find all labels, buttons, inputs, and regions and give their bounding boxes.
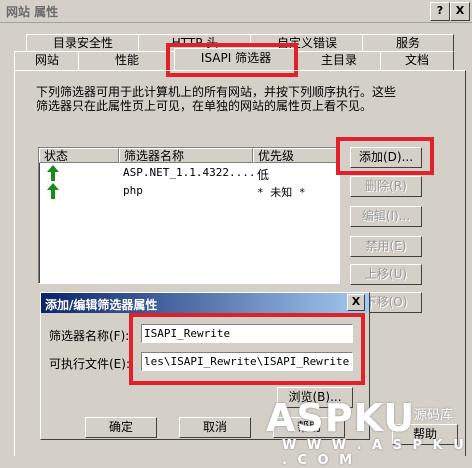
filter-priority: * 未知 * [257, 186, 306, 199]
window-title: 网站 属性 [6, 5, 59, 19]
tab-website[interactable]: 网站 [14, 51, 80, 70]
watermark-logo: ASPKU [266, 396, 416, 440]
tab-label: 服务 [395, 36, 420, 50]
watermark-url: W W W . A S P K U . C O M [282, 438, 467, 468]
fields-highlight-annotation [129, 313, 365, 385]
tab-documents[interactable]: 文档 [380, 51, 454, 70]
filter-priority: 低 [257, 168, 270, 182]
tab-home-directory[interactable]: 主目录 [296, 51, 382, 70]
filter-name: ASP.NET_1.1.4322.... [123, 166, 256, 179]
green-up-arrow-icon [47, 183, 59, 199]
title-bar: 网站 属性 ? X [0, 0, 472, 23]
tab-performance[interactable]: 性能 [78, 51, 176, 70]
list-row[interactable]: php * 未知 * [39, 182, 339, 200]
filter-name: php [123, 184, 143, 197]
filter-list[interactable]: 状态 筛选器名称 优先级 ASP.NET_1.1.4322.... 低 php … [38, 147, 340, 284]
tab-label: 目录安全性 [52, 36, 113, 50]
disable-button[interactable]: 禁用(E) [350, 236, 422, 257]
dialog-close-button[interactable]: X [347, 294, 365, 311]
edit-button[interactable]: 编辑(I)... [350, 206, 422, 227]
tab-label: 文档 [404, 53, 429, 67]
description-text: 下列筛选器可用于此计算机上的所有网站，并按下列顺序执行。这些筛选器只在此属性页上… [36, 85, 397, 113]
tab-label: 主目录 [320, 53, 357, 67]
column-header-priority[interactable]: 优先级 [253, 148, 339, 163]
tab-label: 性能 [114, 53, 139, 67]
cancel-button[interactable]: 取消 [179, 417, 251, 438]
add-highlight-annotation [336, 137, 434, 175]
column-header-status[interactable]: 状态 [39, 148, 119, 163]
help-title-button[interactable]: ? [430, 2, 450, 21]
dialog-title: 添加/编辑筛选器属性 [45, 298, 158, 312]
remove-button[interactable]: 删除(R) [350, 176, 422, 197]
ok-button[interactable]: 确定 [85, 417, 157, 438]
dialog-title-bar: 添加/编辑筛选器属性 X [41, 293, 369, 313]
move-up-button[interactable]: 上移(U) [350, 264, 422, 285]
filter-name-label: 筛选器名称(F): [49, 329, 130, 343]
close-title-button[interactable]: X [450, 2, 470, 21]
column-header-name[interactable]: 筛选器名称 [119, 148, 253, 163]
watermark-subtitle: 源码库 [414, 408, 454, 423]
tab-label: 网站 [34, 53, 59, 67]
green-up-arrow-icon [47, 165, 59, 181]
list-row[interactable]: ASP.NET_1.1.4322.... 低 [39, 164, 339, 182]
exe-file-label: 可执行文件(E): [49, 357, 130, 371]
